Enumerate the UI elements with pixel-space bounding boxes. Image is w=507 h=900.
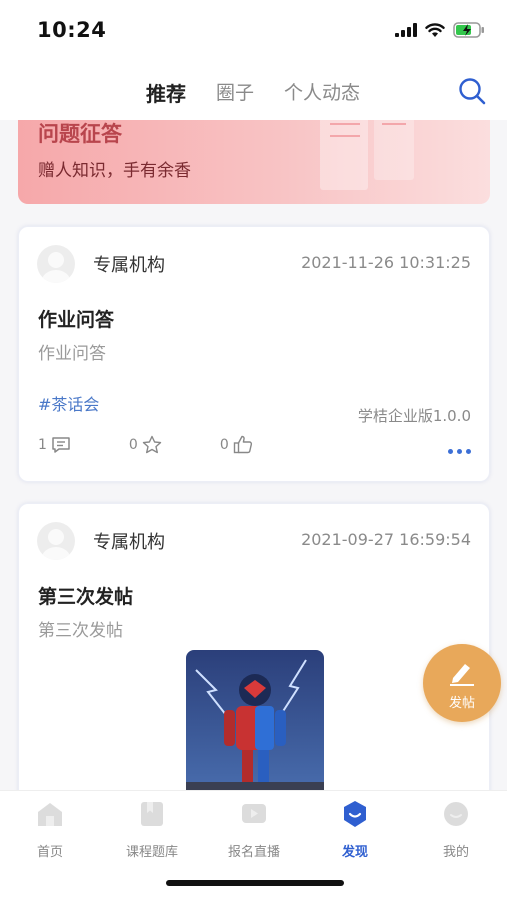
discover-icon [344, 801, 366, 827]
post-time: 2021-11-26 10:31:25 [301, 253, 471, 272]
post-title: 作业问答 [38, 309, 115, 331]
post-author[interactable]: 专属机构 [93, 528, 165, 554]
status-bar: 10:24 [0, 0, 507, 62]
post-source: 学桔企业版1.0.0 [357, 407, 471, 425]
tab-recommend[interactable]: 推荐 [146, 78, 186, 107]
qa-banner[interactable]: 问题征答 赠人知识，手有余香 [18, 120, 490, 204]
favorite-button[interactable]: 0 [129, 435, 162, 454]
search-icon[interactable] [457, 76, 487, 106]
post-card[interactable]: 专属机构 2021-09-27 16:59:54 第三次发帖 第三次发帖 [18, 503, 490, 803]
tab-home-label: 首页 [36, 845, 63, 860]
thumbs-up-icon [233, 435, 252, 454]
banner-subtitle: 赠人知识，手有余香 [38, 161, 191, 181]
tab-course-bank[interactable]: 课程题库 [112, 799, 192, 860]
post-card[interactable]: 专属机构 2021-11-26 10:31:25 作业问答 作业问答 #茶话会 … [18, 226, 490, 482]
avatar[interactable] [37, 245, 75, 283]
home-icon [38, 803, 62, 826]
more-options-icon[interactable] [448, 449, 471, 454]
tab-discover-label: 发现 [341, 845, 368, 860]
like-count: 0 [219, 436, 229, 453]
tab-discover[interactable]: 发现 [315, 799, 395, 860]
signal-icon [395, 23, 417, 37]
create-post-label: 发帖 [448, 696, 475, 711]
banner-title: 问题征答 [38, 122, 122, 146]
avatar-placeholder-icon [41, 529, 71, 560]
post-hashtag[interactable]: #茶话会 [38, 391, 99, 415]
star-icon [142, 435, 162, 454]
wifi-icon [425, 22, 445, 37]
create-post-button[interactable]: 发帖 [423, 644, 501, 722]
post-author[interactable]: 专属机构 [93, 251, 165, 277]
banner-area: 问题征答 赠人知识，手有余香 [0, 120, 507, 220]
post-time: 2021-09-27 16:59:54 [301, 530, 471, 549]
post-title: 第三次发帖 [38, 586, 134, 608]
tab-profile-label: 我的 [442, 845, 469, 860]
status-icons [395, 22, 485, 38]
top-nav: 推荐 圈子 个人动态 [0, 62, 507, 120]
tab-live-label: 报名直播 [227, 845, 280, 860]
tab-profile[interactable]: 我的 [416, 799, 496, 860]
comment-icon [52, 436, 70, 453]
comment-count: 1 [38, 436, 47, 453]
post-body: 作业问答 [38, 344, 106, 364]
post-actions: 1 0 0 [38, 435, 311, 454]
post-image[interactable] [186, 650, 324, 800]
status-time: 10:24 [37, 18, 107, 42]
books-illustration-icon [320, 120, 414, 190]
avatar-placeholder-icon [41, 252, 71, 283]
comment-button[interactable]: 1 [38, 436, 71, 454]
battery-charging-icon [453, 22, 484, 38]
favorite-count: 0 [128, 436, 138, 453]
tab-course-bank-label: 课程题库 [125, 845, 178, 860]
like-button[interactable]: 0 [220, 435, 253, 454]
tab-live[interactable]: 报名直播 [214, 799, 294, 860]
tab-circle[interactable]: 圈子 [216, 78, 254, 105]
course-bank-icon [141, 802, 163, 826]
tab-personal-dynamics[interactable]: 个人动态 [284, 78, 360, 105]
live-icon [242, 804, 266, 823]
profile-icon [444, 802, 468, 826]
home-indicator[interactable] [166, 880, 344, 886]
post-body: 第三次发帖 [38, 621, 123, 641]
edit-pen-icon [450, 664, 474, 686]
tab-home[interactable]: 首页 [10, 799, 90, 860]
avatar[interactable] [37, 522, 75, 560]
